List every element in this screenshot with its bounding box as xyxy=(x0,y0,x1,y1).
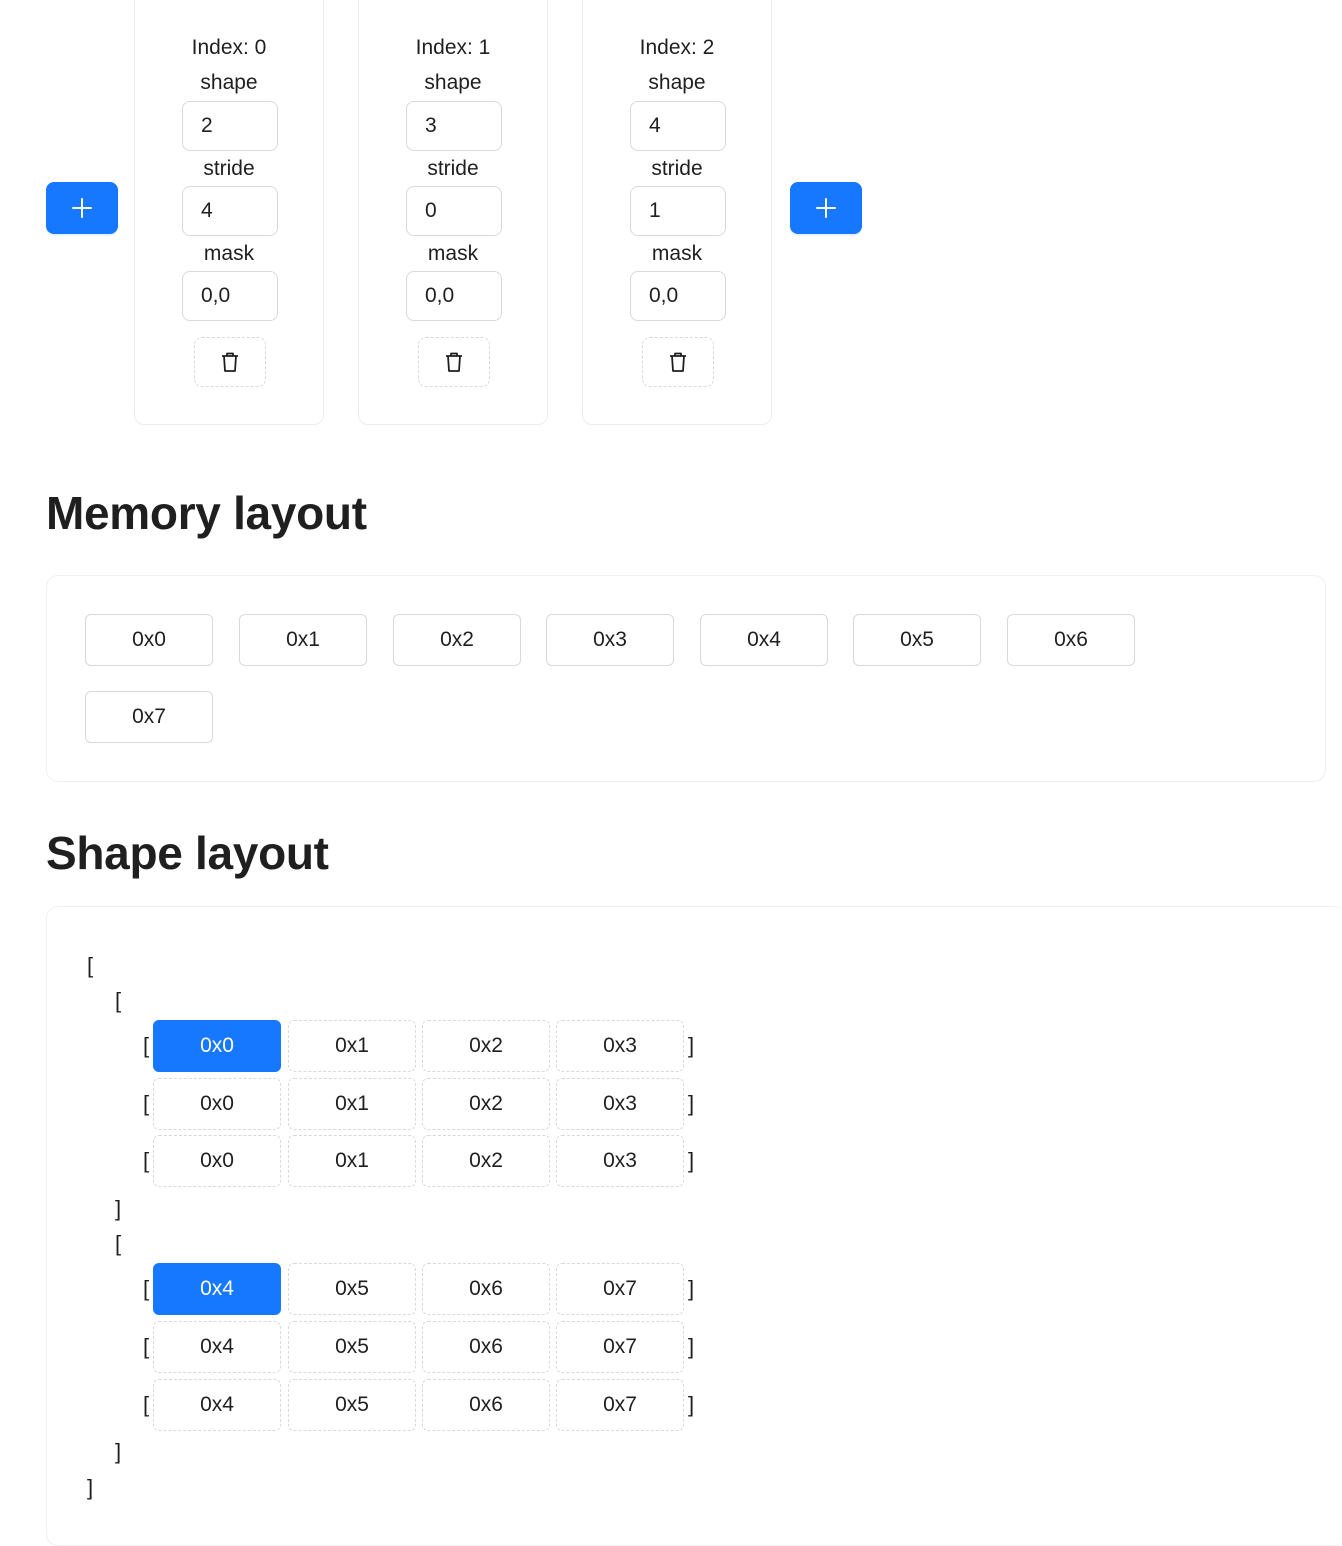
open-bracket: [ xyxy=(87,953,94,978)
shape-cell[interactable]: 0x3 xyxy=(556,1135,684,1187)
shape-cell-highlighted[interactable]: 0x0 xyxy=(153,1020,281,1072)
mask-label: mask xyxy=(651,242,703,265)
shape-cell[interactable]: 0x2 xyxy=(422,1020,550,1072)
open-bracket: [ xyxy=(143,1276,150,1301)
shape-cell[interactable]: 0x6 xyxy=(422,1379,550,1431)
stride-label: stride xyxy=(203,157,255,180)
plus-icon xyxy=(816,198,836,218)
stride-input[interactable] xyxy=(182,186,278,236)
memory-cell[interactable]: 0x0 xyxy=(85,614,213,666)
add-dimension-start-button[interactable] xyxy=(46,182,118,234)
close-bracket: ] xyxy=(115,1439,122,1464)
memory-cell[interactable]: 0x4 xyxy=(700,614,828,666)
dimensions-editor: Index: 0 shape stride mask Index: 1 shap… xyxy=(0,0,1342,440)
shape-cell[interactable]: 0x6 xyxy=(422,1321,550,1373)
mask-label: mask xyxy=(427,242,479,265)
trash-icon xyxy=(446,352,462,372)
shape-layout-title: Shape layout xyxy=(46,827,329,879)
shape-cell[interactable]: 0x2 xyxy=(422,1078,550,1130)
shape-label: shape xyxy=(648,71,706,94)
open-bracket: [ xyxy=(115,988,122,1013)
memory-cell[interactable]: 0x7 xyxy=(85,691,213,743)
dimension-index-label: Index: 2 xyxy=(639,36,715,59)
stride-input[interactable] xyxy=(630,186,726,236)
shape-cell[interactable]: 0x1 xyxy=(288,1135,416,1187)
mask-input[interactable] xyxy=(406,271,502,321)
shape-cell[interactable]: 0x1 xyxy=(288,1020,416,1072)
open-bracket: [ xyxy=(143,1033,150,1058)
shape-cell[interactable]: 0x2 xyxy=(422,1135,550,1187)
dimension-card-2: Index: 2 shape stride mask xyxy=(582,0,772,425)
close-bracket: ] xyxy=(688,1334,695,1359)
open-bracket: [ xyxy=(115,1231,122,1256)
shape-cell[interactable]: 0x0 xyxy=(153,1135,281,1187)
dimension-card-1: Index: 1 shape stride mask xyxy=(358,0,548,425)
stride-label: stride xyxy=(427,157,479,180)
shape-input[interactable] xyxy=(630,101,726,151)
stride-input[interactable] xyxy=(406,186,502,236)
close-bracket: ] xyxy=(688,1276,695,1301)
memory-cell[interactable]: 0x3 xyxy=(546,614,674,666)
close-bracket: ] xyxy=(688,1392,695,1417)
dimension-index-label: Index: 0 xyxy=(191,36,267,59)
close-bracket: ] xyxy=(115,1196,122,1221)
open-bracket: [ xyxy=(143,1091,150,1116)
close-bracket: ] xyxy=(688,1148,695,1173)
shape-cell[interactable]: 0x5 xyxy=(288,1379,416,1431)
mask-input[interactable] xyxy=(630,271,726,321)
add-dimension-end-button[interactable] xyxy=(790,182,862,234)
stride-label: stride xyxy=(651,157,703,180)
shape-cell[interactable]: 0x7 xyxy=(556,1321,684,1373)
open-bracket: [ xyxy=(143,1334,150,1359)
shape-input[interactable] xyxy=(182,101,278,151)
shape-label: shape xyxy=(424,71,482,94)
open-bracket: [ xyxy=(143,1392,150,1417)
shape-cell[interactable]: 0x3 xyxy=(556,1078,684,1130)
delete-dimension-button[interactable] xyxy=(194,337,266,387)
close-bracket: ] xyxy=(688,1091,695,1116)
trash-icon xyxy=(222,352,238,372)
delete-dimension-button[interactable] xyxy=(642,337,714,387)
delete-dimension-button[interactable] xyxy=(418,337,490,387)
shape-cell[interactable]: 0x5 xyxy=(288,1321,416,1373)
memory-cell[interactable]: 0x5 xyxy=(853,614,981,666)
shape-cell[interactable]: 0x7 xyxy=(556,1379,684,1431)
shape-cell[interactable]: 0x7 xyxy=(556,1263,684,1315)
close-bracket: ] xyxy=(688,1033,695,1058)
memory-layout-panel: 0x0 0x1 0x2 0x3 0x4 0x5 0x6 0x7 xyxy=(46,575,1326,782)
open-bracket: [ xyxy=(143,1148,150,1173)
memory-cell[interactable]: 0x2 xyxy=(393,614,521,666)
memory-cell[interactable]: 0x6 xyxy=(1007,614,1135,666)
close-bracket: ] xyxy=(87,1475,94,1500)
shape-layout-panel: [ [ [ 0x0 0x1 0x2 0x3 ] [ 0x0 0x1 0x2 0x… xyxy=(46,906,1342,1546)
dimension-index-label: Index: 1 xyxy=(415,36,491,59)
shape-cell[interactable]: 0x4 xyxy=(153,1379,281,1431)
dimension-card-0: Index: 0 shape stride mask xyxy=(134,0,324,425)
mask-label: mask xyxy=(203,242,255,265)
shape-cell[interactable]: 0x4 xyxy=(153,1321,281,1373)
shape-label: shape xyxy=(200,71,258,94)
mask-input[interactable] xyxy=(182,271,278,321)
shape-cell[interactable]: 0x3 xyxy=(556,1020,684,1072)
shape-cell[interactable]: 0x1 xyxy=(288,1078,416,1130)
shape-cell[interactable]: 0x5 xyxy=(288,1263,416,1315)
memory-layout-title: Memory layout xyxy=(46,487,367,539)
plus-icon xyxy=(72,198,92,218)
shape-cell[interactable]: 0x6 xyxy=(422,1263,550,1315)
memory-cell[interactable]: 0x1 xyxy=(239,614,367,666)
shape-cell[interactable]: 0x0 xyxy=(153,1078,281,1130)
shape-cell-highlighted[interactable]: 0x4 xyxy=(153,1263,281,1315)
trash-icon xyxy=(670,352,686,372)
shape-input[interactable] xyxy=(406,101,502,151)
